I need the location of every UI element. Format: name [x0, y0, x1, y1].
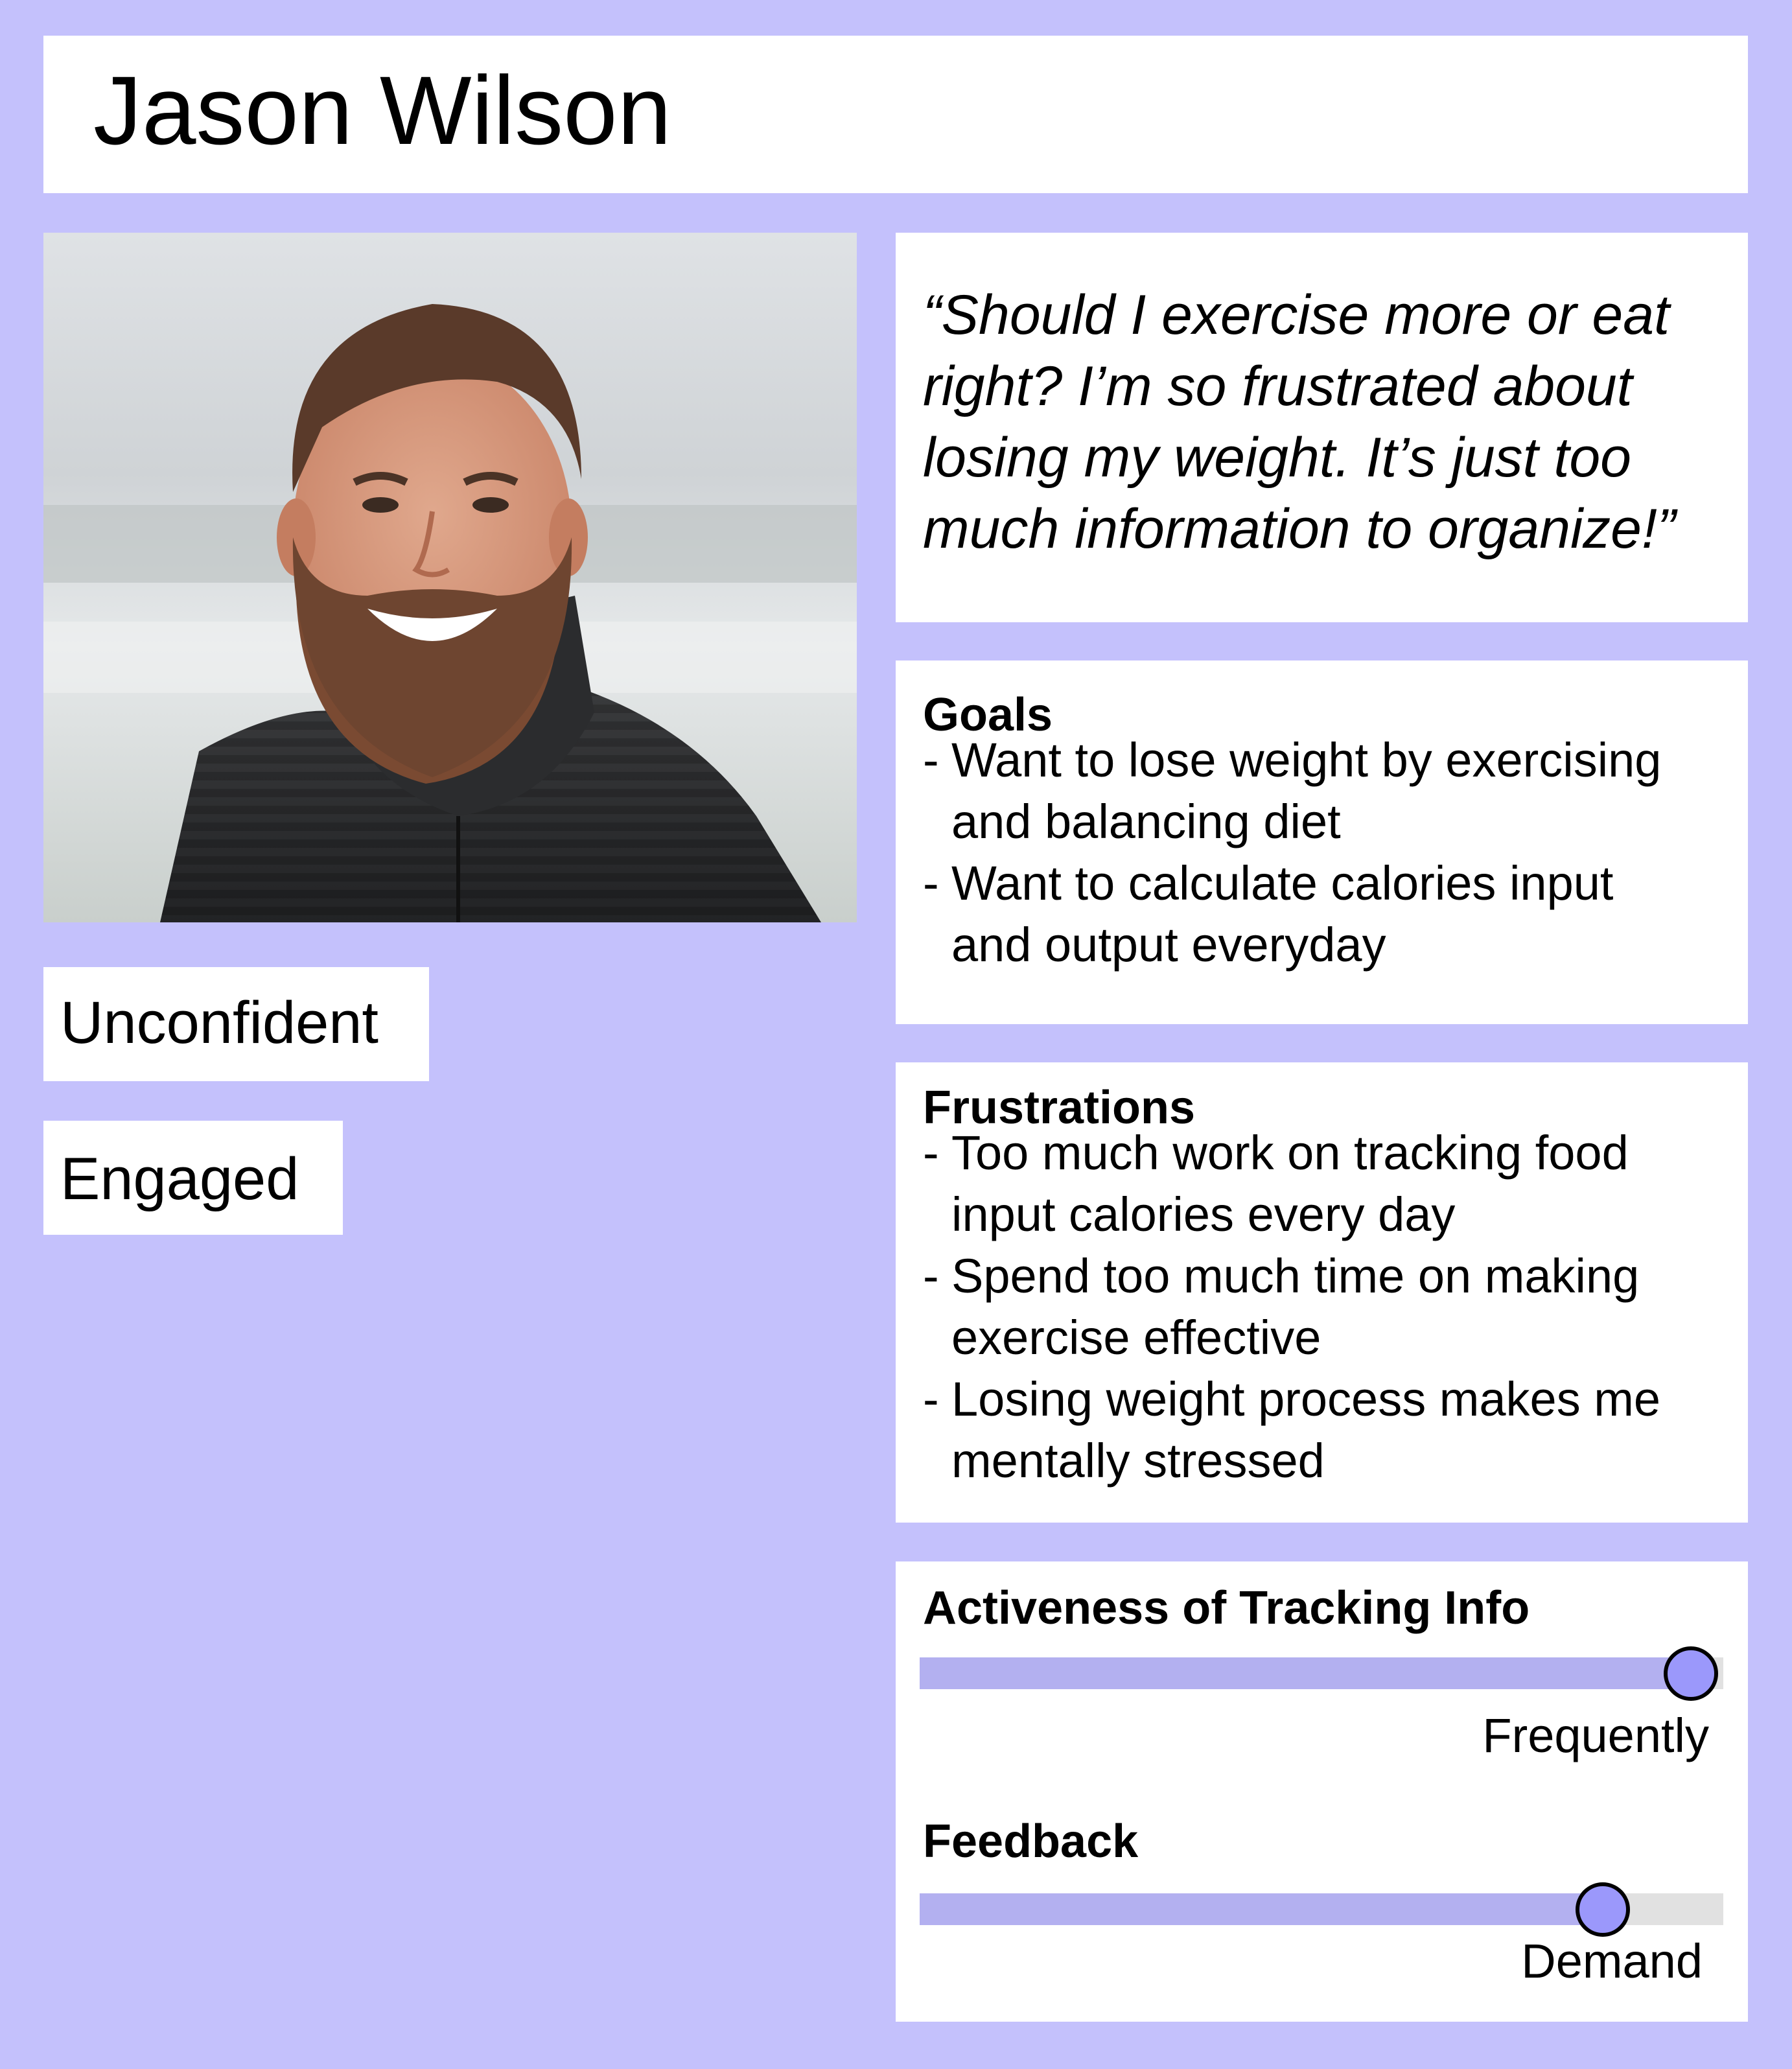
list-item-line: Losing weight process makes me [951, 1372, 1661, 1426]
persona-name: Jason Wilson [93, 56, 672, 165]
scale-label-tracking: Frequently [1482, 1709, 1709, 1762]
list-item-line: exercise effective [951, 1311, 1321, 1364]
list-item-line: mentally stressed [951, 1434, 1325, 1488]
trait-tag-engaged: Engaged [43, 1121, 343, 1235]
scale-knob-feedback[interactable] [1576, 1882, 1630, 1937]
list-item: - Want to lose weight by exercising and ba… [923, 733, 1662, 848]
scale-knob-tracking[interactable] [1664, 1646, 1719, 1701]
persona-quote: “Should I exercise more or eat right? I’… [923, 284, 1676, 560]
persona-name-card: Jason Wilson [43, 36, 1748, 193]
scale-label-feedback: Demand [1521, 1934, 1703, 1988]
goals-card: Goals - Want to lose weight by exercising… [896, 660, 1748, 1024]
scale-fill-tracking [920, 1657, 1692, 1689]
list-item-line: and output everyday [951, 918, 1386, 972]
trait-tag-unconfident: Unconfident [43, 967, 429, 1081]
frustrations-card: Frustrations - Too much work on tracking … [896, 1062, 1748, 1523]
goals-list: - Want to lose weight by exercising and ba… [923, 729, 1661, 976]
list-item: - Want to calculate calories input and out… [923, 856, 1614, 972]
list-item-line: Want to calculate calories input [951, 856, 1614, 910]
list-item-line: Spend too much time on making [951, 1249, 1640, 1303]
list-item-line: Too much work on tracking food [951, 1126, 1629, 1180]
scale-fill-feedback [920, 1893, 1603, 1925]
list-item: - Losing weight process makes me mentally … [923, 1372, 1661, 1488]
person-portrait-icon [43, 233, 857, 922]
scale-title-feedback: Feedback [923, 1816, 1139, 1867]
list-item-line: and balancing diet [951, 795, 1341, 848]
behavior-scales-card: Activeness of Tracking Info Frequently F… [896, 1561, 1748, 2022]
scale-track-feedback [920, 1882, 1723, 1937]
persona-photo [43, 233, 857, 922]
list-item: - Spend too much time on making exercise e… [923, 1249, 1640, 1364]
quote-card: “Should I exercise more or eat right? I’… [896, 233, 1748, 622]
frustrations-list: - Too much work on tracking food input cal… [923, 1122, 1660, 1491]
list-item-line: Want to lose weight by exercising [951, 733, 1662, 787]
list-item-line: input calories every day [951, 1187, 1456, 1241]
list-item: - Too much work on tracking food input cal… [923, 1126, 1629, 1241]
scale-title-tracking: Activeness of Tracking Info [923, 1582, 1530, 1634]
scale-track-tracking [920, 1646, 1723, 1701]
